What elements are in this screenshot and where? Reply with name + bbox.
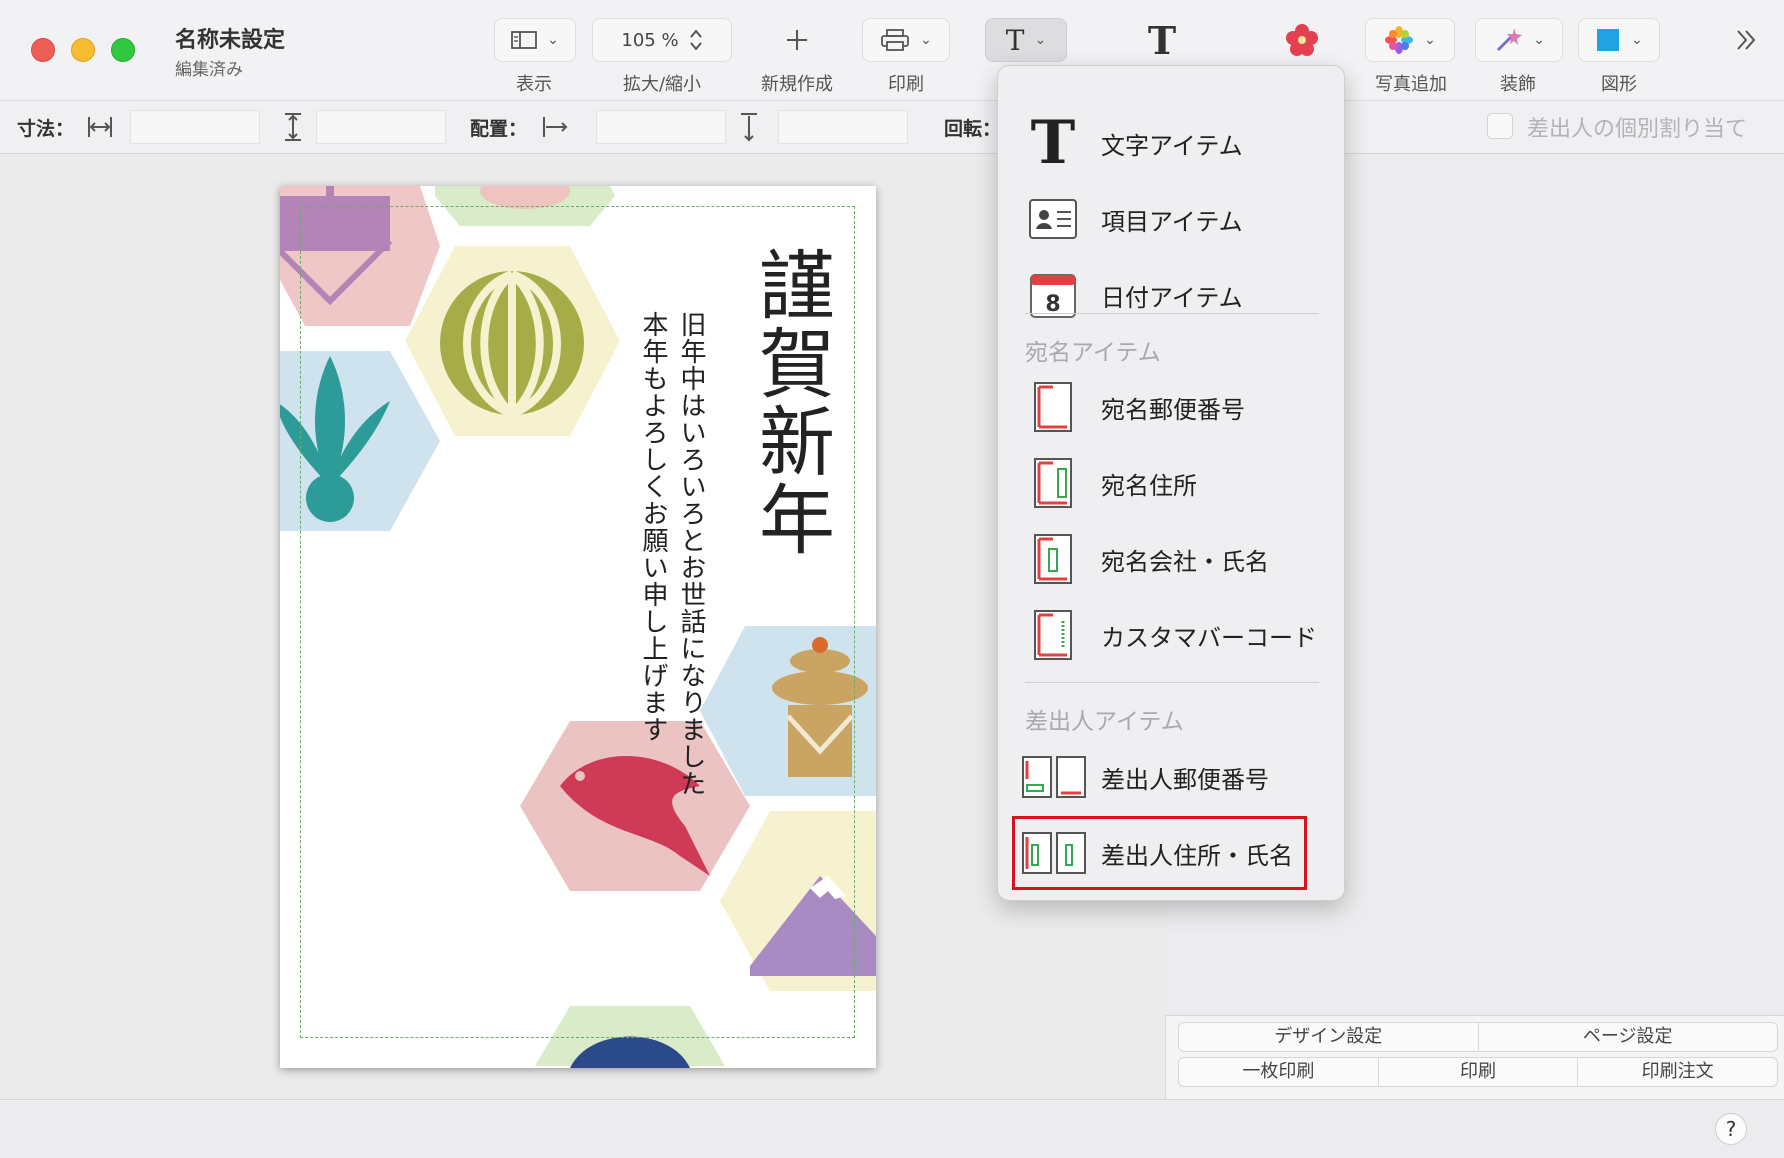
x-position-icon xyxy=(543,117,568,137)
new-year-card[interactable]: 謹賀新年 旧年中はいろいろとお世話になりました 本年もよろしくお願い申し上げます xyxy=(280,186,876,1068)
view-button[interactable]: ⌄ xyxy=(494,18,576,62)
text-T-icon: T xyxy=(1030,108,1076,178)
view-label: 表示 xyxy=(516,74,552,95)
photos-flower-icon xyxy=(1385,26,1414,54)
printer-icon xyxy=(881,29,910,51)
rotate-label: 回転： xyxy=(944,118,1002,140)
menu-item-label: 宛名郵便番号 xyxy=(1101,395,1245,424)
document-title: 名称未設定 xyxy=(175,28,286,53)
stamp-button[interactable] xyxy=(1280,18,1324,62)
sender-assign-checkbox[interactable] xyxy=(1487,113,1513,139)
card-title-text[interactable]: 謹賀新年 xyxy=(735,246,845,558)
magic-wand-icon xyxy=(1497,28,1523,52)
menu-item-label: 宛名住所 xyxy=(1101,471,1197,500)
single-print-button[interactable]: 一枚印刷 xyxy=(1179,1058,1379,1086)
menu-separator xyxy=(1025,682,1319,683)
text-item-menu-button[interactable]: T ⌄ xyxy=(985,18,1067,62)
close-window-button[interactable] xyxy=(31,38,55,62)
zoom-label: 拡大/縮小 xyxy=(622,74,702,95)
square-shape-icon xyxy=(1597,29,1620,51)
postcode-icon xyxy=(1028,382,1078,432)
company-name-icon xyxy=(1028,534,1078,584)
zoom-stepper[interactable]: 105 % xyxy=(592,18,732,62)
height-arrows-icon xyxy=(285,113,301,141)
y-position-icon xyxy=(741,113,757,142)
print-order-button[interactable]: 印刷注文 xyxy=(1578,1058,1777,1086)
menu-item-address-postcode[interactable]: 宛名郵便番号 xyxy=(998,372,1346,442)
card-message-line-1[interactable]: 旧年中はいろいろとお世話になりました xyxy=(674,311,708,797)
selection-highlight-box xyxy=(1012,816,1307,890)
sender-assign-label: 差出人の個別割り当て xyxy=(1527,117,1748,142)
menu-item-label: 項目アイテム xyxy=(1101,207,1243,236)
menu-item-label: 文字アイテム xyxy=(1101,131,1243,160)
new-label: 新規作成 xyxy=(761,74,833,95)
sidebar-layout-icon xyxy=(511,31,538,49)
menu-item-address[interactable]: 宛名住所 xyxy=(998,448,1346,518)
align-label: 配置： xyxy=(470,118,528,140)
shape-button[interactable]: ⌄ xyxy=(1578,18,1660,62)
menu-item-label: 差出人郵便番号 xyxy=(1101,765,1269,794)
menu-item-barcode[interactable]: カスタマバーコード xyxy=(998,600,1346,670)
card-message-line-2[interactable]: 本年もよろしくお願い申し上げます xyxy=(636,311,670,743)
help-button[interactable]: ? xyxy=(1715,1113,1747,1145)
property-bar: 寸法： 配置： 回転： xyxy=(0,100,1784,154)
page-settings-button[interactable]: ページ設定 xyxy=(1479,1023,1778,1051)
height-field[interactable] xyxy=(316,110,446,144)
text-T-icon: T xyxy=(1005,23,1025,57)
menu-item-text[interactable]: T 文字アイテム xyxy=(998,108,1346,178)
toolbar-overflow-button[interactable] xyxy=(1726,18,1766,62)
up-down-arrows-icon xyxy=(689,29,702,51)
double-chevron-right-icon xyxy=(1737,30,1756,50)
shape-label: 図形 xyxy=(1601,74,1637,95)
print-segment: 一枚印刷 印刷 印刷注文 xyxy=(1178,1057,1778,1087)
plus-icon xyxy=(787,30,807,50)
barcode-icon xyxy=(1028,610,1078,660)
text-item-dropdown-menu: T 文字アイテム 項目アイテム 8 日付アイテム 宛名アイテム 宛名郵便番号 宛… xyxy=(997,65,1345,901)
decoration-button[interactable]: ⌄ xyxy=(1475,18,1563,62)
zoom-value: 105 % xyxy=(621,29,679,51)
chevron-down-icon: ⌄ xyxy=(547,32,559,48)
document-status: 編集済み xyxy=(175,60,243,80)
window-toolbar: 名称未設定 編集済み ⌄ 表示 105 % 拡大/縮小 新規作成 ⌄ 印刷 T … xyxy=(0,0,1784,100)
contact-card-icon xyxy=(1028,194,1078,244)
menu-item-date[interactable]: 8 日付アイテム xyxy=(998,260,1346,330)
y-position-field[interactable] xyxy=(778,110,908,144)
settings-segment: デザイン設定 ページ設定 xyxy=(1178,1022,1778,1052)
plum-flower-icon xyxy=(1286,24,1318,56)
menu-separator xyxy=(1025,313,1319,314)
chevron-down-icon: ⌄ xyxy=(920,32,932,48)
menu-item-label: 日付アイテム xyxy=(1101,283,1243,312)
address-icon xyxy=(1028,458,1078,508)
menu-item-field[interactable]: 項目アイテム xyxy=(998,184,1346,254)
photo-add-button[interactable]: ⌄ xyxy=(1365,18,1455,62)
chevron-down-icon: ⌄ xyxy=(1034,32,1047,48)
design-settings-button[interactable]: デザイン設定 xyxy=(1179,1023,1479,1051)
size-label: 寸法： xyxy=(17,118,75,140)
minimize-window-button[interactable] xyxy=(71,38,95,62)
sender-postcode-icon xyxy=(1022,752,1086,802)
status-bar xyxy=(0,1099,1784,1158)
bottom-action-panel: デザイン設定 ページ設定 一枚印刷 印刷 印刷注文 xyxy=(1165,1015,1784,1099)
width-field[interactable] xyxy=(130,110,260,144)
new-button[interactable] xyxy=(770,18,824,62)
photo-add-label: 写真追加 xyxy=(1375,74,1447,95)
address-section-header: 宛名アイテム xyxy=(1025,340,1161,366)
zoom-window-button[interactable] xyxy=(111,38,135,62)
chevron-down-icon: ⌄ xyxy=(1533,32,1545,48)
print-button[interactable]: ⌄ xyxy=(862,18,950,62)
menu-item-label: カスタマバーコード xyxy=(1101,623,1317,652)
menu-item-label: 宛名会社・氏名 xyxy=(1101,547,1269,576)
x-position-field[interactable] xyxy=(596,110,726,144)
sender-section-header: 差出人アイテム xyxy=(1025,709,1184,735)
print-button-bottom[interactable]: 印刷 xyxy=(1379,1058,1579,1086)
menu-item-address-name[interactable]: 宛名会社・氏名 xyxy=(998,524,1346,594)
menu-item-sender-postcode[interactable]: 差出人郵便番号 xyxy=(998,742,1346,812)
print-label: 印刷 xyxy=(888,74,924,95)
serif-T-icon: T xyxy=(1147,17,1177,63)
chevron-down-icon: ⌄ xyxy=(1424,32,1436,48)
chevron-down-icon: ⌄ xyxy=(1631,32,1643,48)
width-arrows-icon xyxy=(88,117,112,137)
text-style-button[interactable]: T xyxy=(1140,17,1184,63)
